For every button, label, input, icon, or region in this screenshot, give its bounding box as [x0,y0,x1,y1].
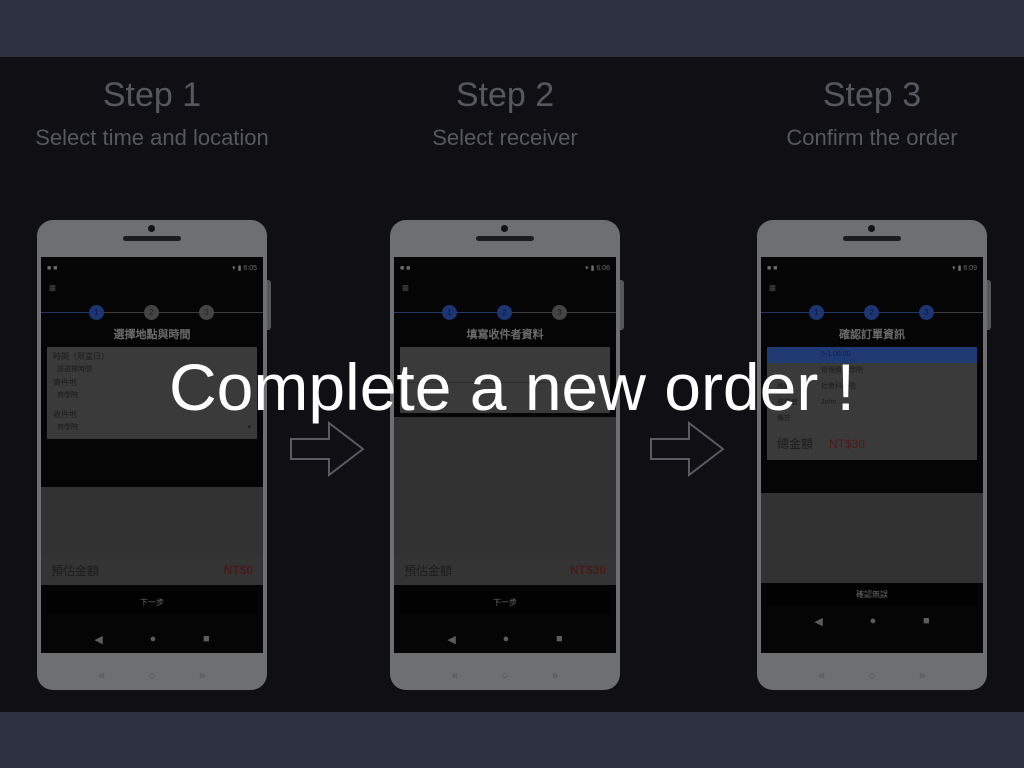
arrow-right-icon [650,420,725,478]
status-right-info: ▾ ▮ 6:09 [952,265,977,272]
side-button [620,280,624,330]
screen-title: 確認訂單資訊 [839,329,905,341]
next-button[interactable]: 下一步 [400,591,610,615]
summary-total-row: 總金額 NT$30 [767,427,977,460]
screen-title: 填寫收件者資料 [466,329,544,341]
recents-icon[interactable]: ■ [556,633,563,645]
step-1-title: Step 1 [102,76,202,114]
progress-stepper: 1 2 3 [41,301,263,325]
phone-hardware-buttons: «○» [98,670,206,682]
phone-2-screen: ■ ■ ▾ ▮ 6:06 ≡ 1 2 3 填寫收件者資料 預估金額 NT$30 … [394,257,616,653]
home-icon[interactable]: ● [870,615,877,627]
stepper-dot-1: 1 [442,305,457,320]
android-nav-bar: ◀ ● ■ [761,607,983,635]
stepper-dot-2: 2 [864,305,879,320]
price-label: 預估金額 [404,563,453,578]
step-3-subtitle: Confirm the order [786,125,958,150]
side-button [987,280,991,330]
step-2-subtitle: Select receiver [432,125,578,150]
stepper-dot-3: 3 [919,305,934,320]
camera-icon [148,225,155,232]
speaker-grille [843,236,901,241]
top-band [0,0,1024,57]
overlay-headline: Complete a new order ! [168,350,855,424]
stepper-dot-2: 2 [144,305,159,320]
estimated-price-row: 預估金額 NT$30 [394,555,616,585]
phone-3-screen: ■ ■ ▾ ▮ 6:09 ≡ 1 2 3 確認訂單資訊 5-1 06:00 管理… [761,257,983,653]
android-nav-bar: ◀ ● ■ [394,625,616,653]
phone-step-2: ■ ■ ▾ ▮ 6:06 ≡ 1 2 3 填寫收件者資料 預估金額 NT$30 … [390,220,624,690]
back-icon[interactable]: ◀ [447,633,455,646]
hamburger-menu-icon[interactable]: ≡ [41,279,263,301]
step-3-title: Step 3 [822,76,922,114]
camera-icon [868,225,875,232]
android-nav-bar: ◀ ● ■ [41,625,263,653]
total-label: 總金額 [777,437,814,451]
stepper-dot-1: 1 [809,305,824,320]
stepper-dot-2: 2 [497,305,512,320]
status-right-info: ▾ ▮ 6:06 [585,265,610,272]
stepper-dot-3: 3 [552,305,567,320]
step-1-header: Step 1 Select time and location [0,75,322,153]
phone-1-screen: ■ ■ ▾ ▮ 6:05 ≡ 1 2 3 選擇地點與時間 時間（限當日） 請選擇… [41,257,263,653]
camera-icon [501,225,508,232]
hamburger-menu-icon[interactable]: ≡ [394,279,616,301]
phone-hardware-buttons: «○» [451,670,559,682]
step-2-title: Step 2 [455,76,555,114]
screen-title: 選擇地點與時間 [113,329,191,341]
phone-step-3: ■ ■ ▾ ▮ 6:09 ≡ 1 2 3 確認訂單資訊 5-1 06:00 管理… [757,220,991,690]
status-bar: ■ ■ ▾ ▮ 6:06 [394,257,616,279]
phone-hardware-buttons: «○» [818,670,926,682]
status-bar: ■ ■ ▾ ▮ 6:05 [41,257,263,279]
price-label: 預估金額 [51,563,100,578]
progress-stepper: 1 2 3 [761,301,983,325]
step-3-header: Step 3 Confirm the order [702,75,1024,153]
phone-step-1: ■ ■ ▾ ▮ 6:05 ≡ 1 2 3 選擇地點與時間 時間（限當日） 請選擇… [37,220,271,690]
recents-icon[interactable]: ■ [203,633,210,645]
status-left-icons: ■ ■ [400,264,411,272]
price-value: NT$0 [223,563,253,577]
estimated-price-row: 預估金額 NT$0 [41,555,263,585]
confirm-button[interactable]: 確認無誤 [767,583,977,607]
side-button [267,280,271,330]
stepper-dot-1: 1 [89,305,104,320]
home-icon[interactable]: ● [150,633,157,645]
status-left-icons: ■ ■ [47,264,58,272]
hamburger-menu-icon[interactable]: ≡ [761,279,983,301]
speaker-grille [476,236,534,241]
speaker-grille [123,236,181,241]
status-left-icons: ■ ■ [767,264,778,272]
recents-icon[interactable]: ■ [923,615,930,627]
back-icon[interactable]: ◀ [814,615,822,628]
home-icon[interactable]: ● [503,633,510,645]
bottom-band [0,712,1024,768]
progress-stepper: 1 2 3 [394,301,616,325]
step-1-subtitle: Select time and location [35,125,269,150]
step-2-header: Step 2 Select receiver [335,75,675,153]
stepper-dot-3: 3 [199,305,214,320]
next-button[interactable]: 下一步 [47,591,257,615]
price-value: NT$30 [569,563,606,577]
back-icon[interactable]: ◀ [94,633,102,646]
total-value: NT$30 [829,436,866,451]
status-bar: ■ ■ ▾ ▮ 6:09 [761,257,983,279]
status-right-info: ▾ ▮ 6:05 [232,265,257,272]
arrow-right-icon [290,420,365,478]
